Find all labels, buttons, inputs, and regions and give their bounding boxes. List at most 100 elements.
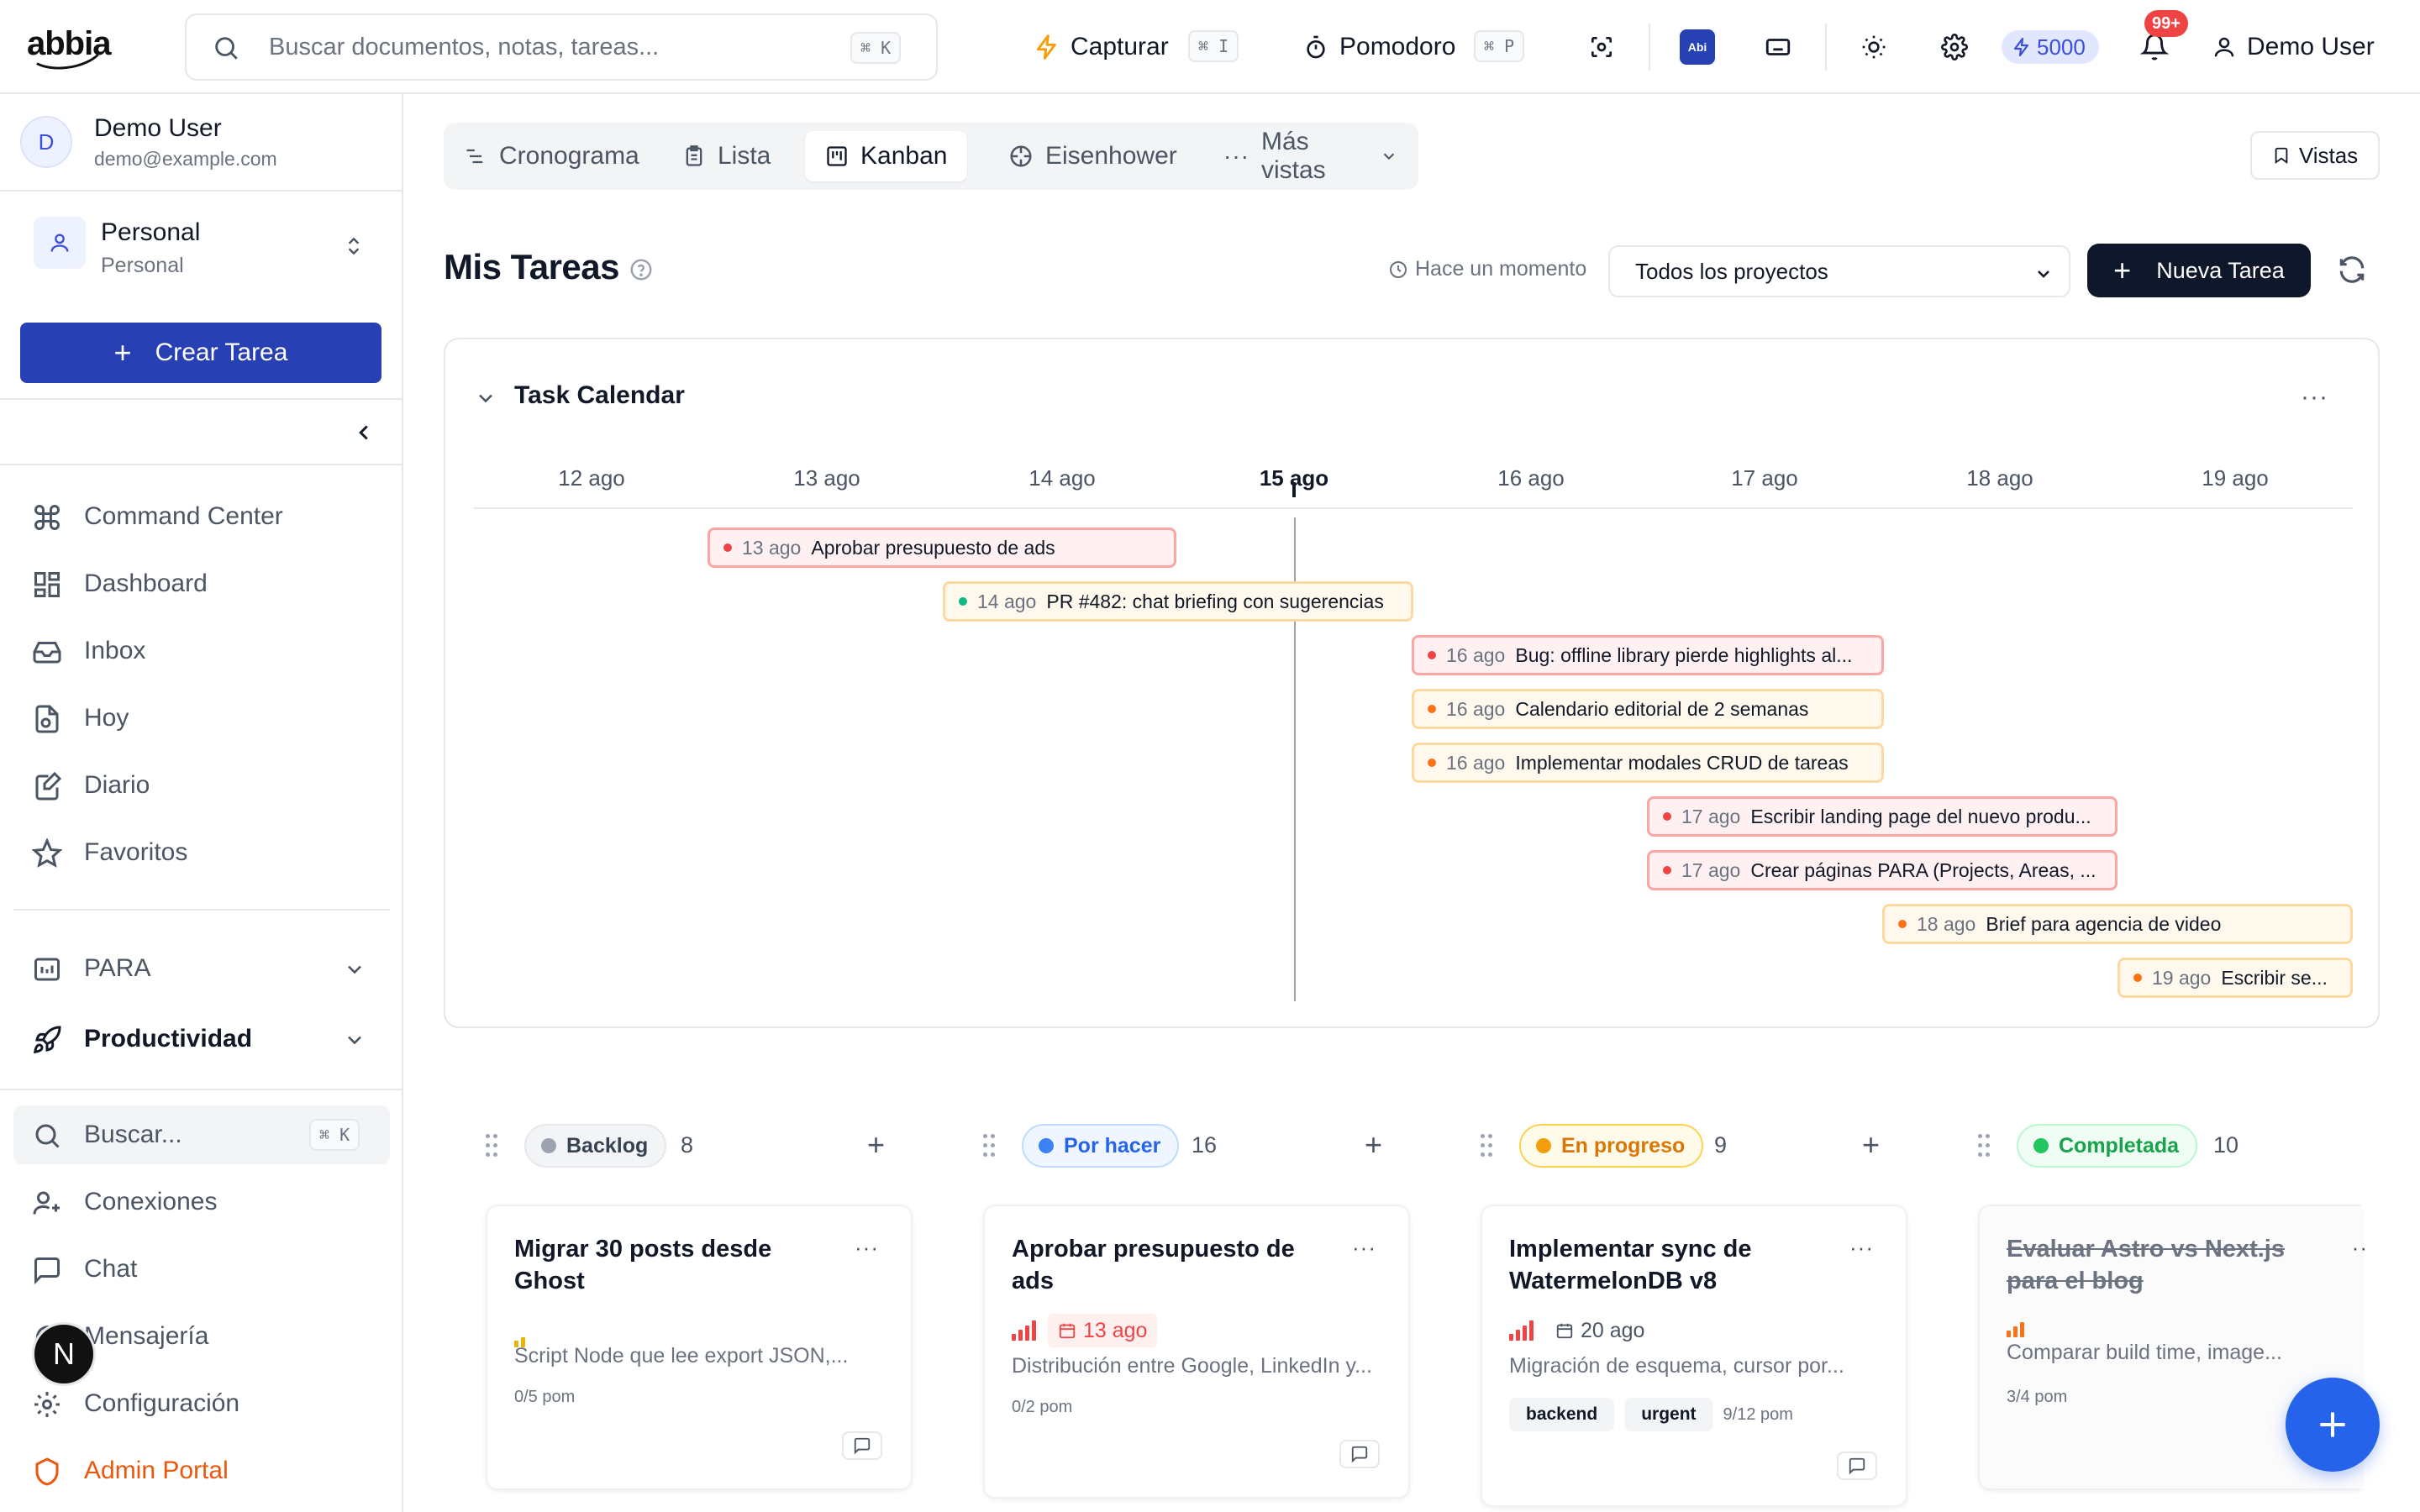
capture-button[interactable]: Capturar <box>1034 25 1169 69</box>
settings-button[interactable] <box>1933 25 1976 69</box>
admin-avatar-badge[interactable]: N <box>32 1322 96 1386</box>
sidebar-item-inbox[interactable]: Inbox <box>13 622 390 680</box>
tab-label: Más vistas <box>1260 128 1326 184</box>
calendar-event[interactable]: 17 ago Crear páginas PARA (Projects, Are… <box>1647 850 2118 890</box>
calendar-event[interactable]: 16 ago Calendario editorial de 2 semanas <box>1412 689 1884 729</box>
credits-badge[interactable]: 5000 <box>2002 30 2099 64</box>
status-badge: Completada <box>2017 1124 2198 1168</box>
status-label: Por hacer <box>1064 1133 1161 1158</box>
tag-chip[interactable]: backend <box>1509 1398 1615 1431</box>
due-date: 20 ago <box>1581 1318 1645 1342</box>
sidebar-item-admin-portal[interactable]: Admin Portal <box>13 1441 390 1500</box>
sidebar-item-conexiones[interactable]: Conexiones <box>13 1173 390 1231</box>
tab-mas-vistas[interactable]: ··· Más vistas <box>1203 128 1418 184</box>
sidebar-item-chat[interactable]: Chat <box>13 1240 390 1299</box>
calendar-event[interactable]: 16 ago Implementar modales CRUD de tarea… <box>1412 743 1884 783</box>
sidebar-item-command-center[interactable]: Command Center <box>13 487 390 546</box>
refresh-icon[interactable] <box>2336 254 2368 286</box>
sidebar-group-productividad[interactable]: Productividad <box>13 1010 390 1068</box>
task-card[interactable]: Aprobar presupuesto de ads ··· 13 ago Di… <box>983 1205 1410 1499</box>
ai-assistant-button[interactable]: Abi <box>1676 25 1719 69</box>
task-card[interactable]: Migrar 30 posts desde Ghost ··· Script N… <box>486 1205 913 1490</box>
sidebar-divider <box>0 1089 402 1090</box>
comment-button[interactable] <box>1339 1440 1380 1468</box>
search-icon <box>215 37 238 60</box>
drag-handle-icon[interactable] <box>1978 1134 1991 1158</box>
search-placeholder: Buscar documentos, notas, tareas... <box>269 34 660 60</box>
pomodoro-count: 3/4 pom <box>2007 1388 2068 1406</box>
page-title: Mis Tareas <box>444 247 620 286</box>
sidebar-search-shortcut: ⌘ K <box>309 1119 360 1151</box>
new-task-button[interactable]: + Nueva Tarea <box>2087 244 2311 297</box>
sidebar-user-email: demo@example.com <box>94 148 277 170</box>
add-task-button[interactable]: + <box>1365 1130 1382 1160</box>
drag-handle-icon[interactable] <box>983 1134 997 1158</box>
user-menu-button[interactable]: Demo User <box>2212 25 2375 69</box>
event-title: Escribir landing page del nuevo produ... <box>1750 805 2091 827</box>
sidebar-user-profile[interactable]: D Demo User demo@example.com <box>0 94 402 192</box>
calendar-icon <box>1556 1323 1573 1339</box>
theme-toggle-button[interactable] <box>1852 25 1896 69</box>
status-label: Completada <box>2059 1133 2180 1158</box>
task-title: Evaluar Astro vs Next.js para el blog <box>2007 1236 2285 1294</box>
calendar-event[interactable]: 14 ago PR #482: chat briefing con sugere… <box>943 581 1413 622</box>
capture-shortcut: ⌘ I <box>1188 30 1239 62</box>
priority-urgent-icon <box>1012 1320 1036 1341</box>
sidebar-search[interactable]: Buscar... ⌘ K <box>13 1105 390 1164</box>
calendar-event[interactable]: 19 ago Escribir se... <box>2118 958 2353 998</box>
sidebar-item-dashboard[interactable]: Dashboard <box>13 554 390 613</box>
card-more-button[interactable]: ··· <box>1352 1235 1376 1261</box>
calendar-day-label: 18 ago <box>1966 465 2033 491</box>
comment-button[interactable] <box>1837 1452 1877 1480</box>
task-card[interactable]: Implementar sync de WatermelonDB v8 ··· … <box>1481 1205 1907 1507</box>
project-filter-select[interactable]: Todos los proyectos <box>1608 245 2070 297</box>
sidebar-user-name: Demo User <box>94 114 222 142</box>
create-task-button[interactable]: + Crear Tarea <box>20 323 381 383</box>
comment-button[interactable] <box>842 1431 882 1460</box>
drag-handle-icon[interactable] <box>486 1134 499 1158</box>
calendar-event[interactable]: 18 ago Brief para agencia de video <box>1882 904 2353 944</box>
floating-add-button[interactable] <box>2286 1378 2380 1472</box>
help-icon[interactable] <box>629 257 654 282</box>
global-search-bar[interactable]: Buscar documentos, notas, tareas... ⌘ K <box>185 13 938 81</box>
plus-icon <box>2320 1412 2345 1437</box>
vistas-label: Vistas <box>2298 142 2359 168</box>
tab-eisenhower[interactable]: Eisenhower <box>988 131 1197 181</box>
tab-cronograma[interactable]: Cronograma <box>444 131 660 181</box>
sidebar-item-diario[interactable]: Diario <box>13 756 390 815</box>
rocket-icon <box>33 1026 61 1054</box>
calendar-event[interactable]: 13 ago Aprobar presupuesto de ads <box>708 528 1176 568</box>
drag-handle-icon[interactable] <box>1481 1134 1494 1158</box>
comment-icon <box>1849 1457 1865 1475</box>
card-more-button[interactable]: ··· <box>1849 1235 1874 1261</box>
calendar-day-label: 16 ago <box>1497 465 1565 491</box>
tab-kanban[interactable]: Kanban <box>805 131 968 181</box>
screen-capture-button[interactable] <box>1580 25 1623 69</box>
sidebar: D Demo User demo@example.com Personal Pe… <box>0 94 403 1512</box>
calendar-event[interactable]: 16 ago Bug: offline library pierde highl… <box>1412 635 1884 675</box>
avatar: D <box>20 116 72 168</box>
tab-lista[interactable]: Lista <box>662 131 791 181</box>
chevron-down-icon <box>348 1036 361 1045</box>
vistas-button[interactable]: Vistas <box>2250 131 2380 180</box>
sidebar-item-hoy[interactable]: Hoy <box>13 689 390 748</box>
task-title: Implementar sync de WatermelonDB v8 <box>1509 1236 1752 1294</box>
keyboard-shortcuts-button[interactable] <box>1756 25 1800 69</box>
chevron-left-icon[interactable] <box>351 420 376 445</box>
card-more-button[interactable]: ··· <box>855 1235 879 1261</box>
new-task-label: Nueva Tarea <box>2156 257 2285 283</box>
chevron-down-icon[interactable] <box>474 386 497 410</box>
pomodoro-button[interactable]: Pomodoro <box>1302 25 1455 69</box>
sidebar-group-para[interactable]: PARA <box>13 939 390 998</box>
calendar-event[interactable]: 17 ago Escribir landing page del nuevo p… <box>1647 796 2118 837</box>
pomodoro-count: 9/12 pom <box>1723 1404 1793 1424</box>
add-task-button[interactable]: + <box>1862 1130 1880 1160</box>
sidebar-item-label: Diario <box>84 771 150 799</box>
app-logo[interactable]: abbia <box>22 18 111 75</box>
calendar-more-button[interactable]: ··· <box>2301 383 2328 412</box>
card-more-button[interactable]: ·· <box>2352 1235 2368 1261</box>
add-task-button[interactable]: + <box>867 1130 885 1160</box>
sidebar-item-favoritos[interactable]: Favoritos <box>13 823 390 882</box>
tag-chip[interactable]: urgent <box>1624 1398 1713 1431</box>
keyboard-icon <box>1765 39 1791 55</box>
